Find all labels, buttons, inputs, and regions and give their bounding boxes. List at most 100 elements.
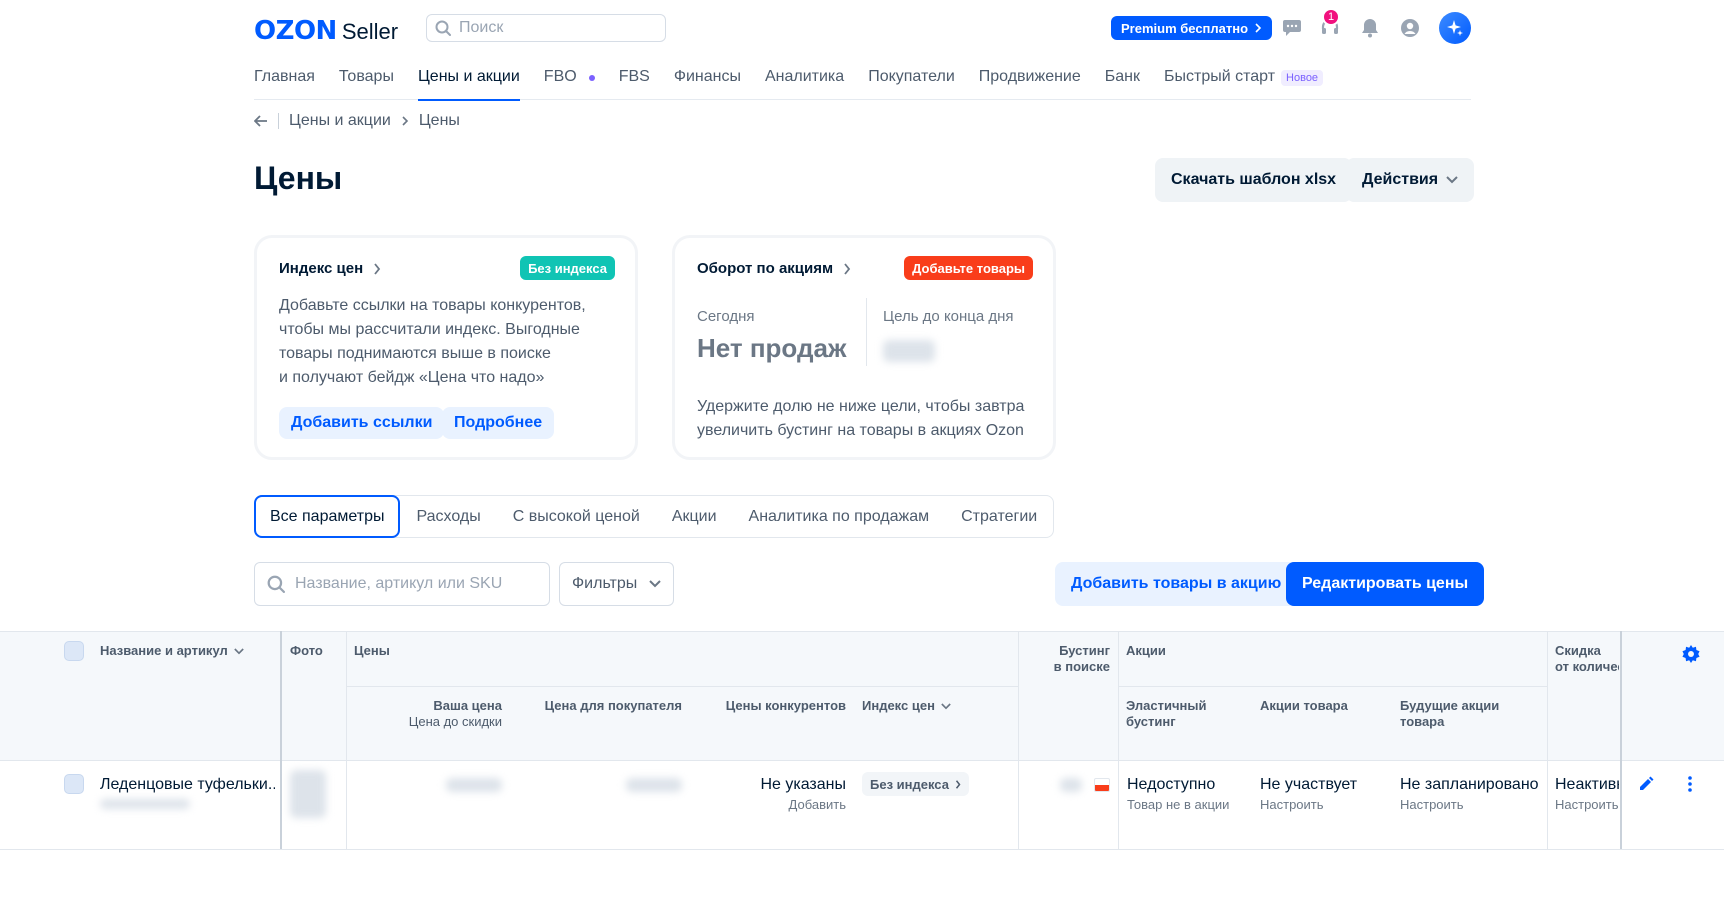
button-label: Действия	[1362, 171, 1439, 188]
no-index-badge: Без индекса	[520, 256, 615, 280]
row-checkbox[interactable]	[64, 774, 84, 794]
stat-divider	[866, 298, 867, 366]
promo-turnover-card: Оборот по акциям Добавьте товары Сегодня…	[672, 235, 1056, 460]
nav-item-finance[interactable]: Финансы	[674, 62, 741, 100]
table-header	[0, 631, 1724, 760]
more-options-icon[interactable]	[1688, 776, 1692, 792]
tab-promos[interactable]: Акции	[656, 496, 733, 537]
product-name[interactable]: Леденцовые туфельки...	[100, 775, 275, 795]
chip-label: Без индекса	[870, 776, 949, 792]
promo-description: Удержите долю не ниже цели, чтобы завтра…	[697, 395, 1024, 443]
header-label: Ваша цена	[433, 698, 502, 713]
tab-high-price[interactable]: С высокой ценой	[497, 496, 656, 537]
user-icon[interactable]	[1398, 16, 1422, 40]
edit-prices-button[interactable]: Редактировать цены	[1286, 562, 1485, 606]
chat-icon[interactable]	[1280, 16, 1304, 40]
text-line: товары поднимаются выше в поиске	[279, 345, 551, 362]
nav-label: Продвижение	[978, 68, 1081, 85]
nav-item-fbs[interactable]: FBS	[619, 62, 650, 100]
chevron-right-icon	[1255, 23, 1262, 33]
ai-assistant-icon[interactable]	[1439, 12, 1471, 44]
actions-dropdown[interactable]: Действия	[1346, 158, 1475, 202]
premium-button[interactable]: Premium бесплатно	[1111, 16, 1273, 40]
main-nav: Главная Товары Цены и акции FBO FBS Фина…	[254, 62, 1471, 101]
nav-item-products[interactable]: Товары	[339, 62, 394, 100]
search-placeholder: Название, артикул или SKU	[295, 575, 503, 592]
nav-item-analytics[interactable]: Аналитика	[765, 62, 844, 100]
tab-strategies[interactable]: Стратегии	[945, 496, 1053, 537]
price-index-description: Добавьте ссылки на товары конкурентов, ч…	[279, 294, 586, 390]
table-settings-gear-icon[interactable]	[1682, 645, 1700, 663]
add-links-button[interactable]: Добавить ссылки	[279, 407, 445, 439]
product-promos-value: Не участвует	[1260, 776, 1358, 793]
search-placeholder: Поиск	[459, 19, 504, 36]
price-index-chip[interactable]: Без индекса	[862, 772, 969, 796]
today-label: Сегодня	[697, 308, 755, 325]
header-label: Эластичный	[1126, 698, 1207, 713]
add-products-badge: Добавьте товары	[904, 256, 1033, 280]
nav-item-home[interactable]: Главная	[254, 62, 315, 100]
more-info-button[interactable]: Подробнее	[442, 407, 555, 439]
nav-item-bank[interactable]: Банк	[1105, 62, 1140, 100]
price-tabs: Все параметры Расходы С высокой ценой Ак…	[254, 495, 1055, 538]
back-arrow-icon[interactable]	[254, 115, 268, 127]
future-promos-configure[interactable]: Настроить	[1400, 797, 1464, 812]
column-header-your-price: Ваша цена Цена до скидки	[409, 698, 502, 730]
bell-icon[interactable]	[1358, 16, 1382, 40]
column-header-competitor-prices: Цены конкурентов	[725, 698, 846, 713]
product-photo[interactable]	[290, 770, 326, 818]
chevron-down-icon	[234, 647, 244, 654]
nav-item-fbo[interactable]: FBO	[544, 62, 595, 100]
product-search-input[interactable]: Название, артикул или SKU	[254, 562, 550, 606]
ozon-seller-logo[interactable]: OZON Seller	[254, 16, 398, 46]
card-title-text: Индекс цен	[279, 260, 364, 277]
global-search-input[interactable]: Поиск	[426, 14, 666, 42]
new-tag: Новое	[1281, 70, 1324, 86]
download-template-button[interactable]: Скачать шаблон xlsx	[1155, 158, 1353, 202]
column-header-price-index[interactable]: Индекс цен	[862, 698, 951, 714]
tab-expenses[interactable]: Расходы	[400, 496, 496, 537]
promo-turnover-title[interactable]: Оборот по акциям	[697, 260, 851, 277]
nav-item-prices[interactable]: Цены и акции	[417, 62, 520, 101]
search-icon	[435, 20, 451, 36]
column-header-buyer-price: Цена для покупателя	[544, 698, 682, 713]
nav-label: Финансы	[673, 68, 741, 85]
breadcrumb-divider	[278, 113, 279, 129]
elastic-boost-sub: Товар не в акции	[1127, 797, 1230, 812]
goal-value-hidden	[883, 340, 935, 362]
column-header-name[interactable]: Название и артикул	[100, 643, 244, 659]
nav-item-promotion[interactable]: Продвижение	[979, 62, 1081, 100]
chevron-right-icon	[374, 262, 381, 275]
filters-dropdown[interactable]: Фильтры	[559, 562, 674, 606]
product-promos-configure[interactable]: Настроить	[1260, 797, 1324, 812]
qty-discount-configure[interactable]: Настроить	[1555, 797, 1619, 812]
text-line: и получают бейдж «Цена что надо»	[279, 369, 545, 386]
breadcrumb-parent[interactable]: Цены и акции	[289, 112, 391, 130]
edit-pencil-icon[interactable]	[1638, 776, 1654, 792]
column-header-qty-discount: Скидка от количес	[1555, 643, 1619, 675]
add-to-promo-button[interactable]: Добавить товары в акцию	[1055, 562, 1298, 606]
nav-item-quick-start[interactable]: Быстрый старт Новое	[1164, 62, 1324, 100]
price-index-title[interactable]: Индекс цен	[279, 260, 381, 277]
tab-sales-analytics[interactable]: Аналитика по продажам	[733, 496, 946, 537]
header-label: товара	[1400, 714, 1445, 729]
price-index-card: Индекс цен Без индекса Добавьте ссылки н…	[254, 235, 638, 460]
support-badge: 1	[1322, 8, 1340, 26]
nav-label: Товары	[338, 68, 394, 85]
nav-label: Цены и акции	[417, 68, 520, 85]
add-competitor-link[interactable]: Добавить	[789, 797, 846, 812]
chevron-down-icon	[941, 702, 951, 709]
nav-label: Быстрый старт	[1164, 68, 1276, 85]
select-all-checkbox[interactable]	[64, 641, 84, 661]
header-label: Название и артикул	[100, 643, 228, 658]
tab-all-params[interactable]: Все параметры	[254, 495, 401, 538]
today-value: Нет продаж	[697, 333, 847, 363]
nav-label: Аналитика	[764, 68, 845, 85]
buyer-price-hidden	[626, 778, 682, 792]
header-label: Будущие акции	[1400, 698, 1500, 713]
header-label: Бустинг	[1059, 643, 1110, 658]
breadcrumb: Цены и акции Цены	[254, 112, 460, 130]
nav-item-buyers[interactable]: Покупатели	[868, 62, 955, 100]
premium-label: Premium бесплатно	[1121, 20, 1249, 36]
logo-product: Seller	[341, 19, 399, 44]
